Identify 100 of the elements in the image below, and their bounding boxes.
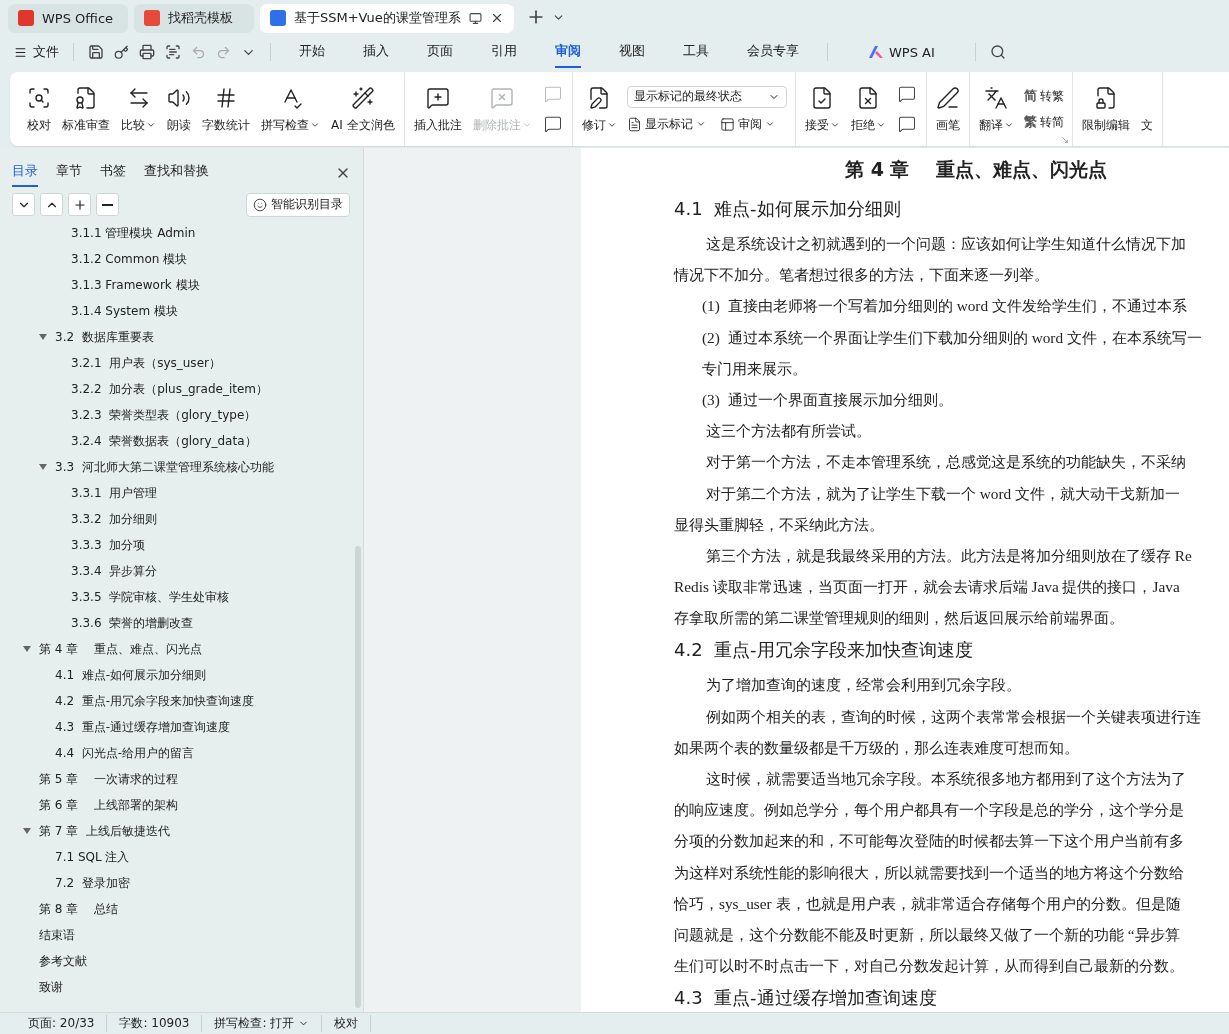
paragraph-line: 的响应速度。例如总学分，每个用户都具有一个字段是总的学分，这个学分是 <box>674 800 1185 821</box>
ribbon-tab[interactable]: 插入 <box>363 36 389 68</box>
ribbon-tab[interactable]: 会员专享 <box>747 36 799 68</box>
ribbon-small-button[interactable]: 显示标记 <box>626 115 706 133</box>
key-icon[interactable] <box>114 44 129 60</box>
ribbon-tab[interactable]: 页面 <box>427 36 453 68</box>
collapse-button[interactable] <box>12 193 35 216</box>
ai-button[interactable]: WPS AI <box>862 43 941 61</box>
toc-item[interactable]: 7.1 SQL 注入 <box>55 848 130 866</box>
markup-select[interactable]: 显示标记的最终状态 <box>626 85 787 108</box>
sidebar-tab[interactable]: 目录 <box>12 159 38 187</box>
paragraph-line: 如果两个表的数量级都是千万级的，那么连表难度可想而知。 <box>674 737 1080 758</box>
smiley-icon <box>253 197 267 212</box>
ribbon-button[interactable]: 文 <box>1135 80 1158 138</box>
toc-item[interactable]: 7.2 登录加密 <box>55 874 130 892</box>
toc-item[interactable]: 3.1.2 Common 模块 <box>71 250 188 268</box>
comment-x-icon <box>490 85 515 110</box>
toc-item[interactable]: 3.2.1 用户表（sys_user） <box>71 354 221 372</box>
ribbon-button[interactable]: 接受 <box>799 80 845 138</box>
ribbon-small-button[interactable]: 繁 转简 <box>1023 113 1064 131</box>
toc-item[interactable]: 4.1 难点-如何展示加分细则 <box>55 666 207 684</box>
paragraph-line: Redis 读取非常迅速，当页面一打开，就会去请求后端 Java 提供的接口，Java <box>674 577 1181 598</box>
ribbon-button[interactable]: 翻译 <box>973 80 1019 138</box>
ribbon-tab[interactable]: 视图 <box>619 36 645 68</box>
toc-item[interactable]: 致谢 <box>39 978 63 996</box>
expand-caret-icon[interactable] <box>39 334 47 340</box>
status-item[interactable]: 拼写检查: 打开 <box>202 1015 323 1032</box>
ribbon-tab[interactable]: 引用 <box>491 36 517 68</box>
toc-item[interactable]: 3.1.4 System 模块 <box>71 302 178 320</box>
ribbon-button[interactable]: 比较 <box>116 80 161 138</box>
paragraph-line: 生们可以时不时点击一下，对自己分数发起计算，从而得到自己最新的分数。 <box>674 956 1185 977</box>
panel-icon <box>719 116 735 132</box>
toc-item[interactable]: 3.2.2 加分表（plus_grade_item） <box>71 380 268 398</box>
ribbon-tab[interactable]: 审阅 <box>555 36 581 68</box>
ribbon-button[interactable]: 限制编辑 <box>1076 80 1135 138</box>
ribbon-tab[interactable]: 开始 <box>299 36 325 68</box>
section-heading: 4.3 重点-通过缓存增加查询速度 <box>674 986 938 1011</box>
ribbon-button[interactable]: 画笔 <box>930 80 965 138</box>
scrollbar[interactable] <box>355 546 361 1008</box>
expand-caret-icon[interactable] <box>23 646 31 652</box>
toc-item[interactable]: 3.3 河北师大第二课堂管理系统核心功能 <box>55 458 274 476</box>
caret-icon <box>521 120 532 130</box>
toc-item[interactable]: 4.2 重点-用冗余字段来加快查询速度 <box>55 692 255 710</box>
toc-item[interactable]: 4.3 重点-通过缓存增加查询速度 <box>55 718 231 736</box>
file-menu[interactable]: 文件 <box>14 43 59 61</box>
sidebar-tab[interactable]: 书签 <box>100 159 126 187</box>
ribbon-button[interactable]: 校对 <box>22 80 56 138</box>
toc-item[interactable]: 4.4 闪光点-给用户的留言 <box>55 744 195 762</box>
ribbon-button[interactable]: 拒绝 <box>845 80 891 138</box>
toc-item[interactable]: 结束语 <box>39 926 75 944</box>
smart-toc-button[interactable]: 智能识别目录 <box>246 192 350 217</box>
print-preview-icon[interactable] <box>165 44 181 60</box>
ribbon-small-button[interactable]: 简 转繁 <box>1023 87 1064 105</box>
toc-item[interactable]: 3.3.1 用户管理 <box>71 484 158 502</box>
sidebar-tab[interactable]: 查找和替换 <box>144 159 209 187</box>
toc-item[interactable]: 第 7 章 上线后敏捷迭代 <box>39 822 170 840</box>
ribbon-button[interactable]: 字数统计 <box>197 80 255 138</box>
toc-item[interactable]: 参考文献 <box>39 952 87 970</box>
toc-item[interactable]: 第 5 章 一次请求的过程 <box>39 770 178 788</box>
expand-button[interactable] <box>40 193 63 216</box>
toc-item[interactable]: 3.3.4 异步算分 <box>71 562 158 580</box>
window-tab[interactable]: 基于SSM+Vue的课堂管理系 <box>260 3 514 33</box>
ribbon-button[interactable]: 朗读 <box>162 80 196 138</box>
ribbon-button[interactable]: 拼写检查 <box>256 80 325 138</box>
window-tab[interactable]: 找稻壳模板 <box>134 3 254 33</box>
toc-item[interactable]: 3.2 数据库重要表 <box>55 328 154 346</box>
paragraph-line: 恰巧，sys_user 表，也就是用户表，就非常适合存储每个用户的分数。但是随 <box>674 893 1182 914</box>
expand-caret-icon[interactable] <box>39 464 47 470</box>
toc-item[interactable]: 3.3.6 荣誉的增删改查 <box>71 614 194 632</box>
monitor-icon[interactable] <box>468 11 482 25</box>
window-tab[interactable]: WPS Office <box>8 3 128 33</box>
toc-item[interactable]: 3.2.4 荣誉数据表（glory_data） <box>71 432 257 450</box>
add-button[interactable] <box>68 193 91 216</box>
toc-item[interactable]: 3.3.5 学院审核、学生处审核 <box>71 588 230 606</box>
save-icon[interactable] <box>88 44 104 60</box>
toc-item[interactable]: 3.3.3 加分项 <box>71 536 146 554</box>
print-icon[interactable] <box>139 44 155 60</box>
section-heading: 4.2 重点-用冗余字段来加快查询速度 <box>674 638 974 663</box>
ribbon-button[interactable]: 修订 <box>576 80 622 138</box>
toc-item[interactable]: 第 6 章 上线部署的架构 <box>39 796 178 814</box>
pen-icon <box>935 85 960 110</box>
search-icon[interactable] <box>989 44 1006 60</box>
toc-item[interactable]: 第 8 章 总结 <box>39 900 118 918</box>
sidebar-tab[interactable]: 章节 <box>56 159 82 187</box>
expand-caret-icon[interactable] <box>23 828 31 834</box>
toc-item[interactable]: 3.3.2 加分细则 <box>71 510 158 528</box>
caret-icon <box>606 120 617 130</box>
ribbon-small-button[interactable]: 审阅 <box>719 115 775 133</box>
ribbon-button[interactable]: AI 全文润色 <box>326 80 400 138</box>
ribbon-button[interactable]: 标准审查 <box>57 80 115 138</box>
ribbon-button[interactable]: 插入批注 <box>408 80 467 138</box>
paragraph-line: 为这样对系统性能的影响很大，所以就需要找到一个适当的地方将这个分数给 <box>674 862 1185 883</box>
toc-item[interactable]: 第 4 章 重点、难点、闪光点 <box>39 640 202 658</box>
paragraph-line: 为了增加查询的速度，经常会利用到冗余字段。 <box>705 675 1022 696</box>
ribbon-tab[interactable]: 工具 <box>683 36 709 68</box>
toc-item[interactable]: 3.2.3 荣誉类型表（glory_type） <box>71 406 257 424</box>
remove-button[interactable] <box>96 193 119 216</box>
toc-item[interactable]: 3.1.3 Framework 模块 <box>71 276 200 294</box>
toc-item[interactable]: 3.1.1 管理模块 Admin <box>71 224 196 242</box>
paragraph-line: 问题就是，这个分数能不能及时更新，所以最终又做了一个新的功能 “异步算 <box>674 924 1181 945</box>
